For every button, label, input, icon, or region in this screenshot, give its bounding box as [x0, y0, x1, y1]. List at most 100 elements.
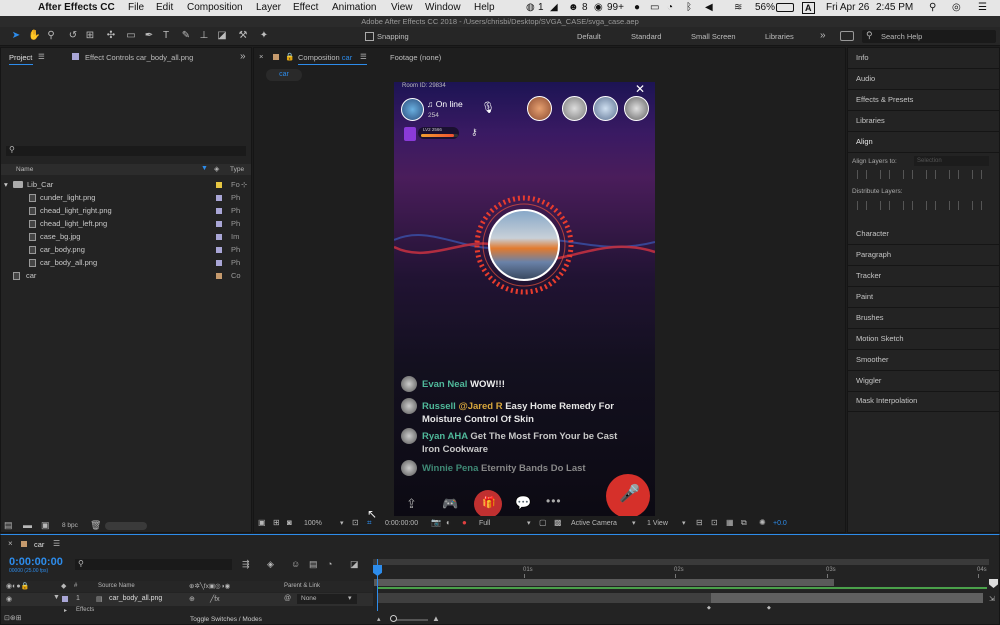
layer-shy-switch-icon[interactable]: ⊕: [189, 595, 195, 603]
motion-blur-icon[interactable]: ◔: [327, 559, 332, 569]
key-icon[interactable]: ⚷: [471, 127, 478, 138]
timeline-menu-icon[interactable]: ☰: [53, 539, 60, 548]
camera-dropdown-icon[interactable]: ▾: [632, 519, 636, 527]
label-col-icon[interactable]: ◈: [214, 165, 219, 173]
zoom-in-icon[interactable]: ▲: [432, 614, 440, 623]
workspace-libraries[interactable]: Libraries: [765, 32, 794, 41]
share-icon[interactable]: ⇪: [406, 496, 417, 512]
toggle-switches-modes[interactable]: Toggle Switches / Modes: [190, 616, 262, 623]
effects-expand-icon[interactable]: ▸: [64, 607, 67, 614]
label-icon[interactable]: ◆: [61, 582, 66, 590]
exposure-value[interactable]: +0.0: [773, 520, 787, 527]
align-button[interactable]: [857, 201, 867, 210]
workspace-default[interactable]: Default: [577, 32, 601, 41]
workspace-standard[interactable]: Standard: [631, 32, 661, 41]
label-swatch[interactable]: [216, 195, 222, 201]
project-item[interactable]: cunder_light.png Ph: [1, 191, 251, 204]
zoom-level[interactable]: 100%: [304, 520, 322, 527]
more-icon[interactable]: •••: [546, 494, 562, 508]
drive-icon[interactable]: ◢: [550, 2, 558, 13]
search-help-field[interactable]: ⚲ Search Help: [862, 30, 996, 43]
pen-tool-icon[interactable]: ✒: [143, 30, 155, 42]
layer-label-swatch[interactable]: [62, 596, 68, 602]
col-source-name[interactable]: Source Name: [98, 583, 135, 589]
layer-row[interactable]: ◉ ▼ 1 ▤ car_body_all.png ⊕ ╱fx @ None ▾: [1, 593, 373, 606]
exposure-reset-icon[interactable]: ✺: [759, 518, 766, 527]
chat-avatar[interactable]: [401, 460, 417, 476]
viewer-lock-icon[interactable]: 🔒: [285, 52, 294, 61]
menu-animation[interactable]: Animation: [332, 2, 376, 13]
game-icon[interactable]: 🎮: [442, 496, 458, 512]
project-item[interactable]: chead_light_right.png Ph: [1, 204, 251, 217]
view-layout-dropdown-icon[interactable]: ▾: [682, 519, 686, 527]
align-button[interactable]: [880, 201, 890, 210]
menu-layer[interactable]: Layer: [256, 2, 281, 13]
panel-overflow-icon[interactable]: »: [240, 51, 246, 62]
panel-paragraph[interactable]: Paragraph: [856, 250, 891, 259]
tab-composition[interactable]: Composition car: [298, 53, 352, 62]
panel-brushes[interactable]: Brushes: [856, 313, 884, 322]
airplay-icon[interactable]: ▭: [650, 2, 659, 13]
align-button[interactable]: [903, 170, 913, 179]
search-help-toggle-icon[interactable]: [840, 31, 854, 41]
panel-info[interactable]: Info: [856, 53, 869, 62]
mask-visibility-icon[interactable]: ◙: [287, 518, 292, 527]
switches-icon[interactable]: ⊕✲╲fx▣◎◑◉: [189, 582, 230, 590]
snapping-checkbox[interactable]: [365, 32, 374, 41]
flowchart-icon[interactable]: ⧉: [741, 518, 747, 528]
viewer-timecode[interactable]: 0:00:00:00: [385, 520, 418, 527]
work-area-range[interactable]: [374, 579, 834, 586]
comp-end-marker-icon[interactable]: [989, 579, 998, 588]
menu-file[interactable]: File: [128, 2, 144, 13]
project-item[interactable]: car_body.png Ph: [1, 243, 251, 256]
tab-footage[interactable]: Footage (none): [390, 53, 441, 62]
shy-icon[interactable]: ☺: [291, 559, 300, 569]
playhead-handle[interactable]: [373, 565, 382, 576]
project-menu-icon[interactable]: ☰: [38, 52, 45, 61]
view-layout-select[interactable]: 1 View: [647, 520, 668, 527]
timeline-footer-icons[interactable]: ⊡⊛⊞: [4, 614, 22, 622]
project-item[interactable]: ▾ Lib_Car Fo ⊹: [1, 178, 251, 191]
align-button[interactable]: [949, 201, 959, 210]
bluetooth-icon[interactable]: ᛒ: [686, 2, 692, 13]
layer-name[interactable]: car_body_all.png: [109, 595, 162, 602]
messages-icon[interactable]: ◍: [526, 2, 535, 13]
layer-fx-switch-icon[interactable]: ╱fx: [210, 595, 220, 603]
timeline-close-icon[interactable]: ×: [8, 539, 13, 548]
align-button[interactable]: [857, 170, 867, 179]
pan-behind-tool-icon[interactable]: ✣: [105, 30, 117, 42]
panel-libraries[interactable]: Libraries: [856, 116, 885, 125]
project-item[interactable]: car_body_all.png Ph: [1, 256, 251, 269]
composition-canvas[interactable]: Room ID: 29834 ♫ On line 254 🎙 ✕ LV2 256…: [394, 82, 655, 516]
sort-indicator-icon[interactable]: ▼: [201, 165, 208, 172]
panel-mask-interpolation[interactable]: Mask Interpolation: [856, 396, 917, 405]
comp-mini-flowchart-icon[interactable]: ⇶: [242, 559, 250, 570]
panel-wiggler[interactable]: Wiggler: [856, 376, 881, 385]
viewer-avatar-4[interactable]: [624, 96, 649, 121]
color-channel-icon[interactable]: ●: [462, 518, 467, 527]
menubar-time[interactable]: 2:45 PM: [876, 2, 913, 13]
close-icon[interactable]: ✕: [635, 82, 645, 96]
clone-stamp-tool-icon[interactable]: ⊥: [198, 30, 210, 42]
app-menu[interactable]: After Effects CC: [38, 2, 115, 13]
panel-paint[interactable]: Paint: [856, 292, 873, 301]
new-folder-icon[interactable]: ▬: [23, 520, 32, 530]
align-button[interactable]: [972, 201, 982, 210]
align-button[interactable]: [880, 170, 890, 179]
menu-help[interactable]: Help: [474, 2, 495, 13]
timeline-icon[interactable]: ▦: [726, 518, 734, 527]
timeline-search-input[interactable]: ⚲: [75, 559, 232, 570]
region-of-interest-icon[interactable]: ▢: [539, 518, 547, 527]
host-avatar[interactable]: [401, 98, 424, 121]
toggle-pixel-aspect-icon[interactable]: ⊟: [696, 518, 703, 527]
puppet-tool-icon[interactable]: ✦: [258, 30, 270, 42]
keyframe-1-icon[interactable]: ◆: [707, 605, 711, 611]
col-parent[interactable]: Parent & Link: [284, 583, 320, 589]
chat-avatar[interactable]: [401, 376, 417, 392]
mic-record-button[interactable]: 🎤: [606, 474, 650, 516]
panel-tracker[interactable]: Tracker: [856, 271, 881, 280]
work-area-bar[interactable]: [373, 559, 989, 565]
camera-select[interactable]: Active Camera: [571, 520, 617, 527]
align-button[interactable]: [926, 170, 936, 179]
menu-effect[interactable]: Effect: [293, 2, 318, 13]
